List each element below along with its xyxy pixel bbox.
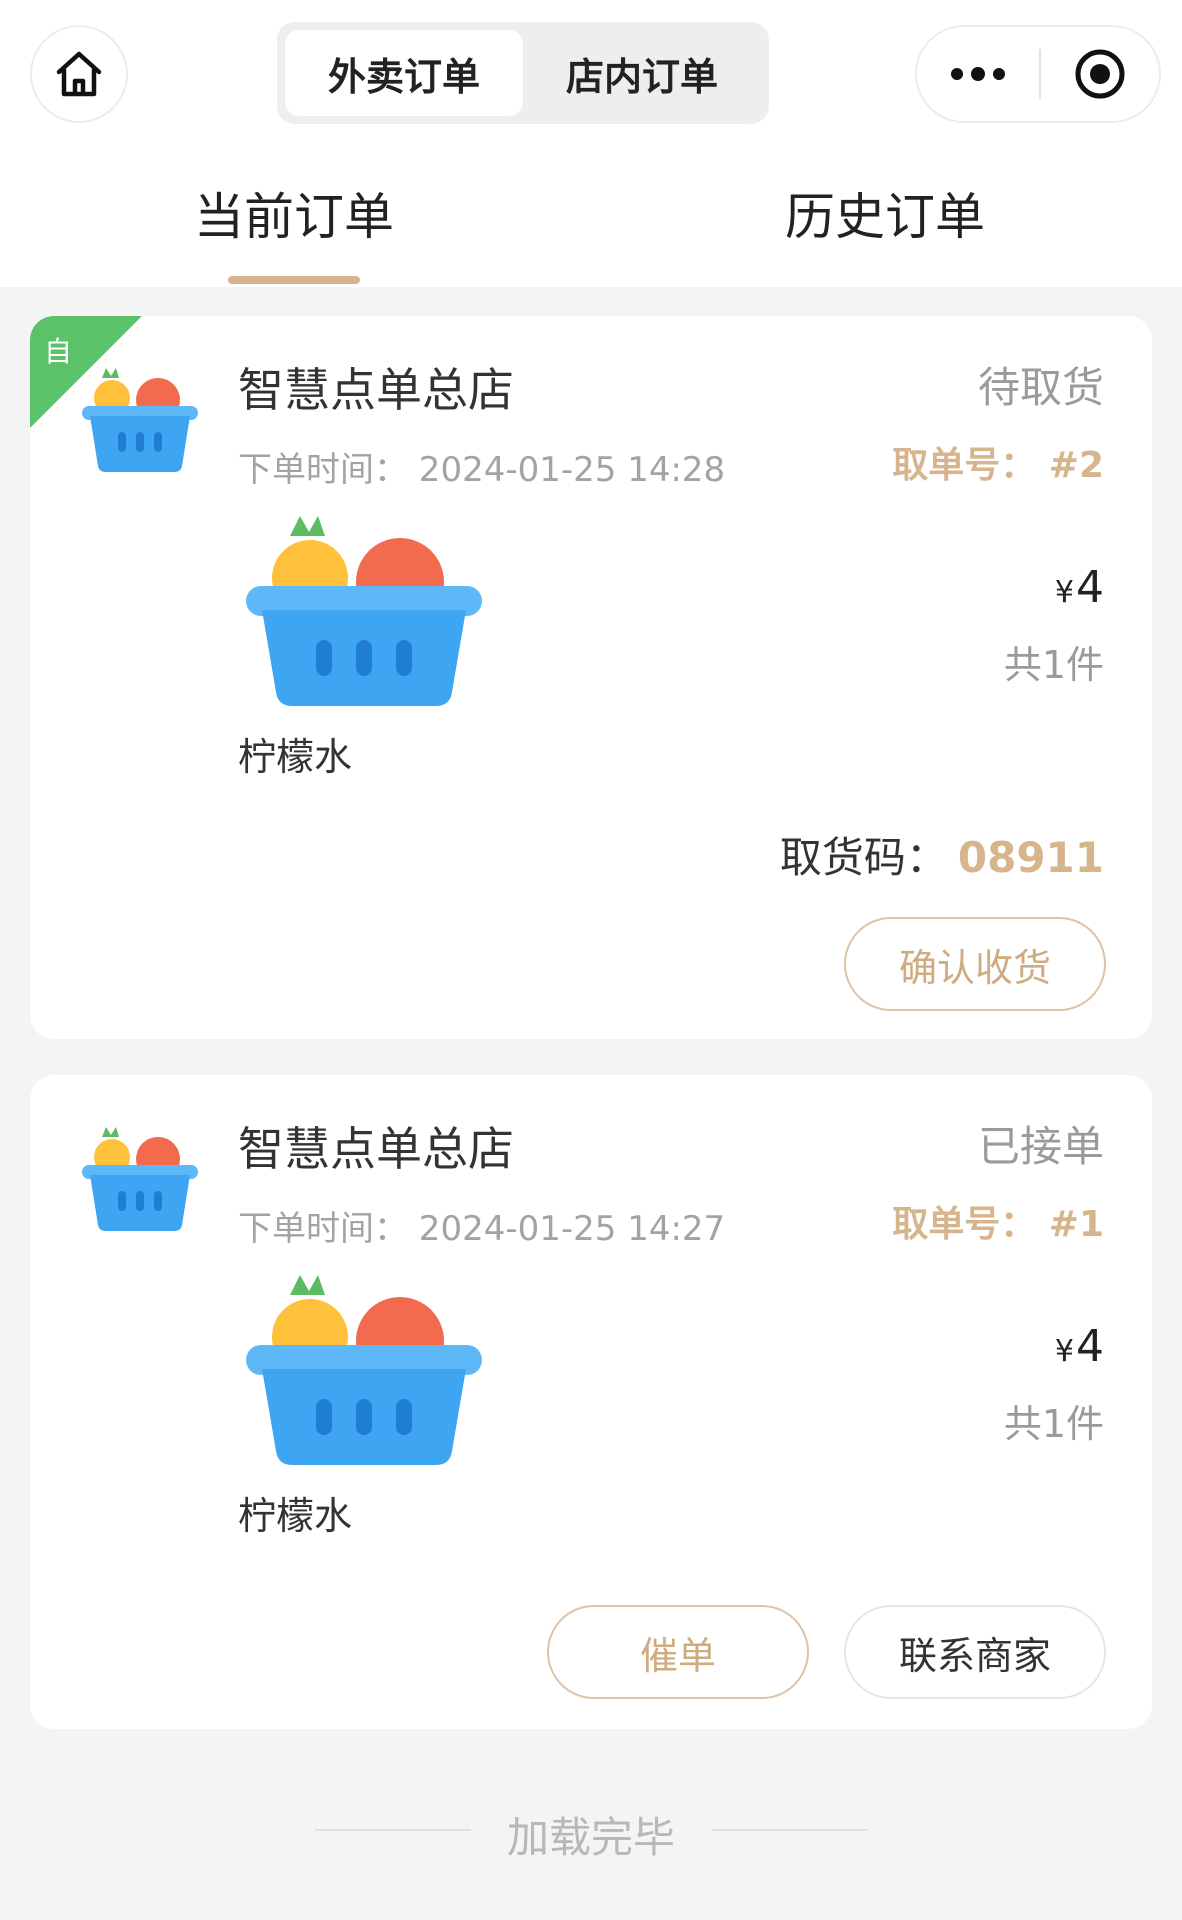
- urge-order-button[interactable]: 催单: [547, 1605, 809, 1699]
- segment-delivery-orders[interactable]: 外卖订单: [285, 30, 523, 116]
- product-name: 柠檬水: [238, 1494, 353, 1538]
- self-pickup-badge-label: 自: [44, 335, 73, 368]
- item-quantity: 共1件: [1003, 643, 1104, 687]
- store-name: 智慧点单总店: [238, 1122, 514, 1176]
- store-logo-basket-icon: [82, 1127, 198, 1231]
- tab-history-orders[interactable]: 历史订单: [785, 177, 985, 249]
- pickup-code-value: 08911: [957, 833, 1104, 882]
- order-time: 下单时间： 2024-01-25 14:27: [238, 1209, 726, 1249]
- loaded-complete-text: 加载完毕: [506, 1813, 675, 1862]
- top-bar: 外卖订单 店内订单: [0, 0, 1182, 140]
- pickup-number: 取单号： #2: [892, 445, 1104, 486]
- pickup-code-label: 取货码：: [779, 833, 948, 882]
- pickup-code-row: 取货码： 08911: [780, 824, 1104, 885]
- active-tab-indicator: [228, 276, 360, 284]
- more-button[interactable]: [917, 27, 1039, 121]
- price-value: 4: [1076, 1321, 1104, 1372]
- contact-merchant-button[interactable]: 联系商家: [844, 1605, 1106, 1699]
- divider-line: [712, 1829, 868, 1831]
- tab-current-orders[interactable]: 当前订单: [194, 177, 394, 249]
- order-price: ¥4: [1055, 1321, 1104, 1372]
- product-name: 柠檬水: [238, 735, 353, 779]
- order-price: ¥4: [1055, 562, 1104, 613]
- currency-symbol: ¥: [1054, 1334, 1074, 1369]
- order-type-segment: 外卖订单 店内订单: [277, 22, 769, 124]
- close-miniprogram-button[interactable]: [1041, 27, 1159, 121]
- miniprogram-capsule: [915, 25, 1161, 123]
- home-button[interactable]: [30, 25, 128, 123]
- home-icon: [56, 51, 102, 97]
- target-circle-icon: [1075, 49, 1125, 99]
- order-status: 待取货: [977, 363, 1104, 412]
- product-basket-image: [246, 1275, 482, 1465]
- order-status: 已接单: [977, 1122, 1104, 1171]
- confirm-receipt-button[interactable]: 确认收货: [844, 917, 1106, 1011]
- store-name: 智慧点单总店: [238, 363, 514, 417]
- order-card[interactable]: 自 智慧点单总店 下单时间： 2024-01-25 14:28 待取货 取单号：…: [30, 316, 1152, 1039]
- order-status-tabs: 当前订单 历史订单: [0, 140, 1182, 287]
- price-value: 4: [1076, 562, 1104, 613]
- order-time: 下单时间： 2024-01-25 14:28: [238, 450, 726, 490]
- currency-symbol: ¥: [1054, 575, 1074, 610]
- list-end-indicator: 加载完毕: [0, 1800, 1182, 1862]
- store-logo-basket-icon: [82, 368, 198, 472]
- segment-dinein-orders[interactable]: 店内订单: [523, 30, 761, 116]
- product-basket-image: [246, 516, 482, 706]
- pickup-number: 取单号： #1: [892, 1204, 1104, 1245]
- item-quantity: 共1件: [1003, 1402, 1104, 1446]
- order-card[interactable]: 智慧点单总店 下单时间： 2024-01-25 14:27 已接单 取单号： #…: [30, 1075, 1152, 1729]
- more-dots-icon: [951, 67, 1005, 81]
